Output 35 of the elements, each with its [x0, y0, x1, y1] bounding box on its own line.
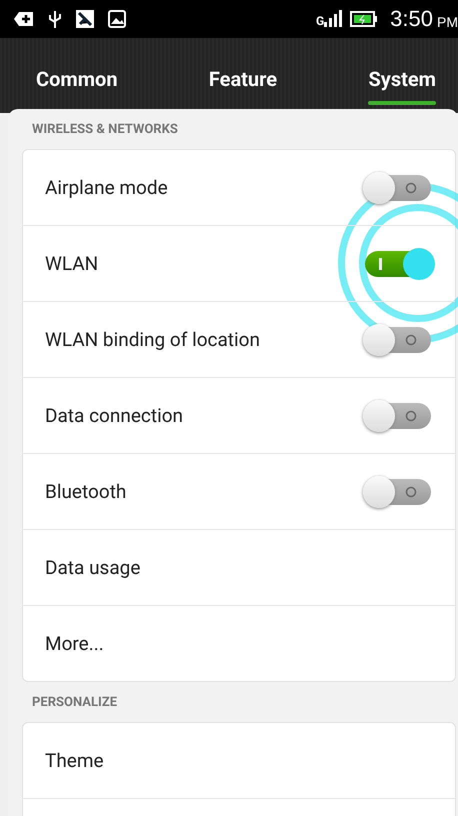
settings-row[interactable]: Bluetooth	[23, 453, 455, 529]
setting-label: WLAN binding of location	[45, 328, 261, 351]
setting-label: Bluetooth	[45, 480, 128, 503]
clock-period: PM	[437, 14, 458, 30]
settings-row[interactable]: More...	[23, 605, 455, 681]
circle-icon	[405, 486, 417, 498]
battery-charging-icon	[350, 10, 378, 28]
usb-icon	[48, 9, 62, 29]
tab[interactable]: System	[356, 38, 448, 113]
setting-label: Data connection	[45, 404, 184, 427]
settings-row[interactable]: Data connection	[23, 377, 455, 453]
circle-icon	[405, 182, 417, 194]
section-header: WIRELESS & NETWORKS	[31, 121, 179, 139]
setting-label: More...	[45, 632, 105, 655]
settings-row[interactable]: WLAN	[23, 225, 455, 301]
satellite-icon	[76, 10, 94, 28]
circle-icon	[405, 410, 417, 422]
settings-row[interactable]: Theme	[23, 723, 455, 798]
settings-row[interactable]: WLAN binding of location	[23, 301, 455, 377]
tab[interactable]: Common	[24, 38, 130, 113]
setting-label: Theme	[45, 749, 105, 772]
section-header: PERSONALIZE	[31, 694, 118, 712]
bar-icon	[379, 258, 382, 270]
add-icon	[14, 11, 34, 27]
settings-row[interactable]: Data usage	[23, 529, 455, 605]
selected-tab-indicator	[368, 101, 436, 105]
setting-label: Data usage	[45, 556, 142, 579]
setting-label: Airplane mode	[45, 176, 169, 199]
tab[interactable]: Feature	[196, 38, 290, 113]
network-type: G	[316, 14, 324, 28]
circle-icon	[405, 334, 417, 346]
image-icon	[108, 10, 126, 28]
setting-label: WLAN	[45, 252, 100, 275]
clock-time: 3:50	[390, 6, 433, 32]
settings-row[interactable]: Airplane mode	[23, 150, 455, 225]
